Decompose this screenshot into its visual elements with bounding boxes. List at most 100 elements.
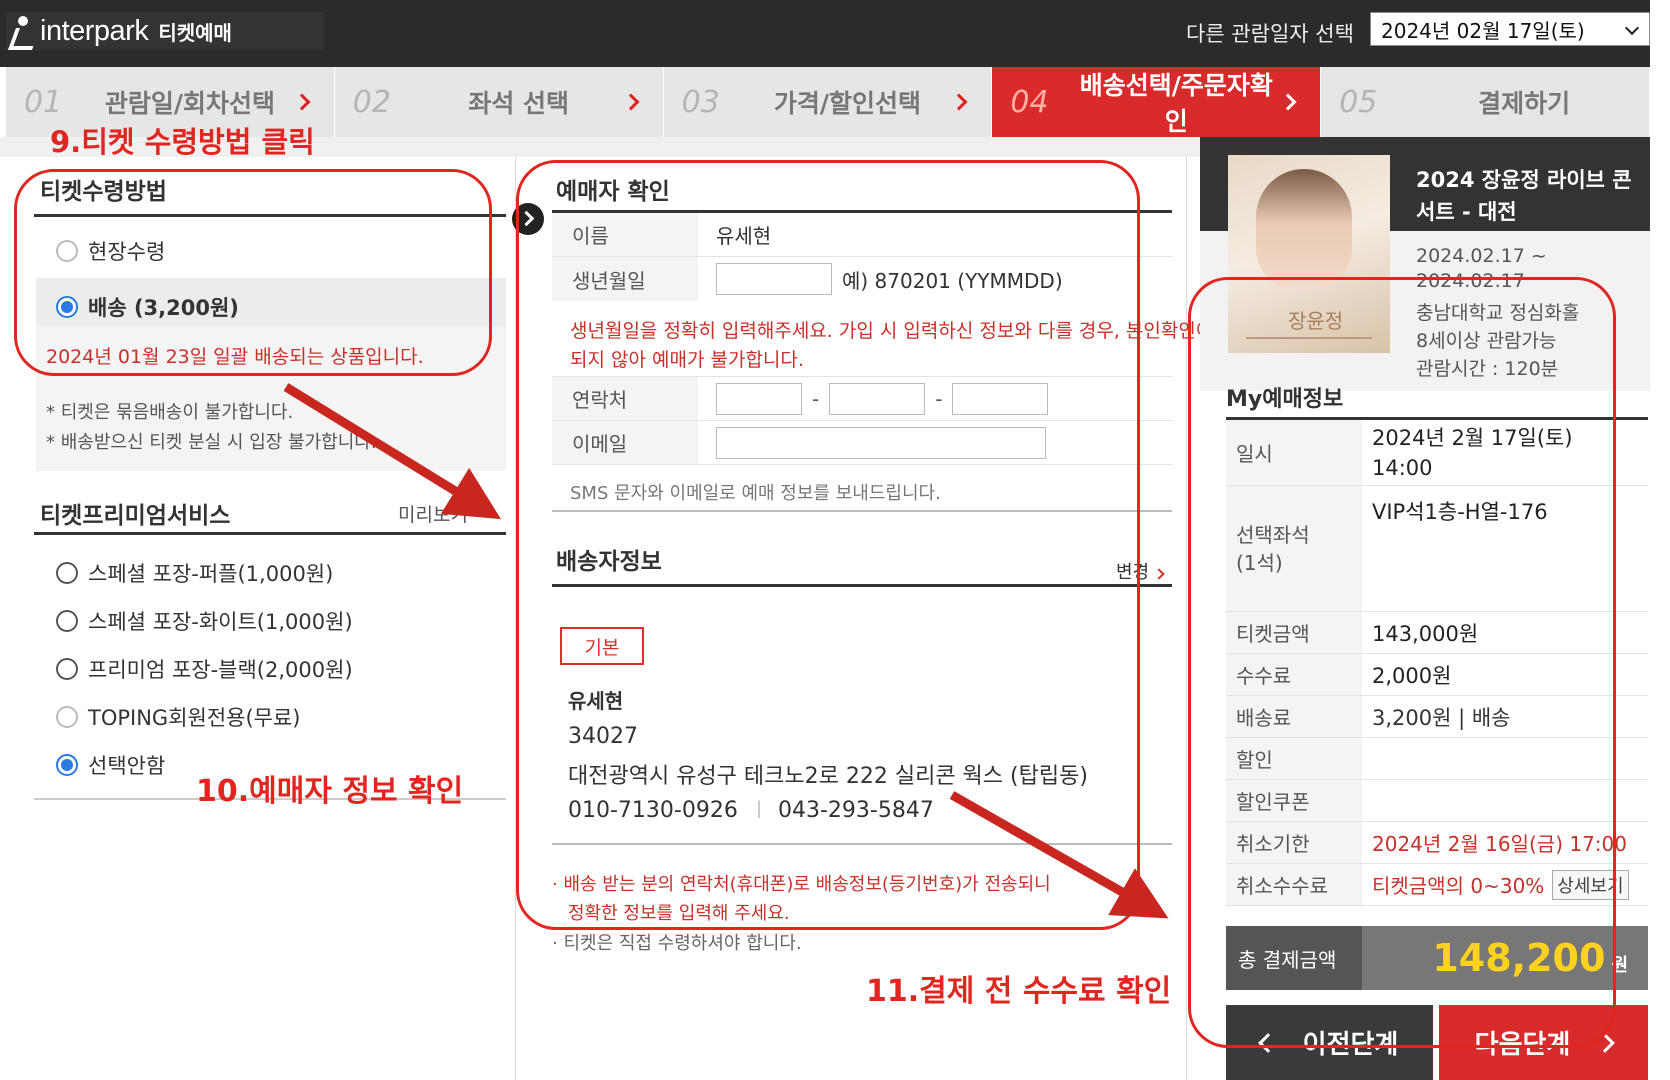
radio-label: 배송 (3,200원): [88, 296, 239, 320]
phone-dash: -: [935, 386, 943, 411]
info-shipping-value: 3,200원 | 배송: [1372, 705, 1511, 730]
radio-icon: [56, 658, 78, 680]
radio-checked-icon: [56, 296, 78, 318]
radio-label: 선택안함: [88, 754, 166, 778]
field-label: 생년월일: [552, 257, 698, 301]
interpark-logo[interactable]: interpark 티켓예매: [6, 12, 324, 50]
phone-input-2[interactable]: [829, 382, 926, 415]
recipient-phone-1: 010-7130-0926: [568, 798, 738, 823]
birthdate-hint: 예) 870201 (YYMMDD): [842, 268, 1063, 293]
shipping-note-2: · 티켓은 직접 수령하셔야 합니다.: [552, 933, 802, 954]
phone-input-1[interactable]: [716, 382, 802, 415]
step-label: 가격/할인선택: [773, 89, 922, 118]
radio-label: 스페셜 포장-화이트(1,000원): [88, 610, 353, 634]
step-number: 02: [352, 84, 391, 120]
radio-none[interactable]: 선택안함: [56, 750, 165, 780]
info-fee-value: 2,000원: [1372, 663, 1452, 688]
next-step-button[interactable]: 다음단계: [1439, 1005, 1648, 1080]
receive-method-title: 티켓수령방법: [40, 179, 167, 205]
section-divider: [552, 510, 1172, 512]
logo-text: interpark: [40, 14, 149, 47]
shipping-note-1: · 배송 받는 분의 연락처(휴대폰)로 배송정보(등기번호)가 전송되니: [552, 874, 1051, 895]
step-number: 03: [681, 84, 720, 120]
radio-icon: [56, 706, 78, 728]
buyer-name-row: 이름 유세현: [552, 213, 1172, 257]
phone-dash: -: [812, 386, 820, 411]
radio-label: 현장수령: [88, 240, 166, 264]
buyer-name-value: 유세현: [716, 224, 772, 248]
section-divider: [552, 584, 1172, 587]
step-5: 05 결제하기: [1321, 67, 1650, 137]
shipping-info-title: 배송자정보: [556, 549, 662, 575]
birthdate-input[interactable]: [716, 263, 832, 295]
buyer-birth-row: 생년월일 예) 870201 (YYMMDD): [552, 257, 1172, 301]
date-select-value: 2024년 02월 17일(토): [1381, 18, 1585, 43]
prev-step-label: 이전단계: [1302, 1030, 1399, 1060]
radio-toping[interactable]: TOPING회원전용(무료): [56, 702, 301, 732]
total-payment-row: 총 결제금액 148,200 원: [1226, 926, 1648, 990]
info-row-cancel-deadline: 취소기한 2024년 2월 16일(금) 17:00: [1226, 822, 1648, 864]
poster-line: [1246, 337, 1372, 339]
step-label: 관람일/회차선택: [104, 89, 275, 118]
recipient-phone-2: 043-293-5847: [778, 798, 934, 823]
info-row-date: 일시 2024년 2월 17일(토) 14:00: [1226, 420, 1648, 486]
info-row-shipping: 배송료 3,200원 | 배송: [1226, 696, 1648, 738]
premium-service-title: 티켓프리미엄서비스: [40, 503, 231, 529]
change-shipping-link[interactable]: 변경: [1116, 558, 1165, 584]
chevron-right-icon: [622, 93, 640, 111]
total-label: 총 결제금액: [1226, 926, 1362, 990]
interpark-logo-icon: [10, 14, 36, 48]
field-label: 이름: [552, 213, 698, 256]
radio-purple-wrap[interactable]: 스페셜 포장-퍼플(1,000원): [56, 558, 333, 588]
recipient-name: 유세현: [568, 689, 624, 713]
change-label: 변경: [1116, 562, 1150, 583]
logo-sub: 티켓예매: [158, 20, 232, 45]
radio-delivery[interactable]: 배송 (3,200원): [56, 292, 239, 322]
info-time-value: 14:00: [1372, 455, 1433, 480]
next-step-label: 다음단계: [1474, 1030, 1571, 1060]
concert-poster-image: 장윤정: [1228, 155, 1390, 353]
recipient-zip: 34027: [568, 724, 638, 749]
info-label: 할인: [1226, 738, 1362, 779]
prev-step-button[interactable]: 이전단계: [1226, 1005, 1433, 1080]
chevron-right-icon: [293, 93, 311, 111]
radio-icon: [56, 562, 78, 584]
email-input[interactable]: [716, 426, 1046, 459]
radio-white-wrap[interactable]: 스페셜 포장-화이트(1,000원): [56, 606, 353, 636]
radio-black-wrap[interactable]: 프리미엄 포장-블랙(2,000원): [56, 654, 353, 684]
info-label: 수수료: [1226, 654, 1362, 695]
info-label: 배송료: [1226, 696, 1362, 737]
info-cancel-fee-value: 티켓금액의 0~30%: [1372, 874, 1545, 898]
sms-note: SMS 문자와 이메일로 예매 정보를 보내드립니다.: [570, 483, 941, 504]
step-2: 02 좌석 선택: [335, 67, 664, 137]
date-select[interactable]: 2024년 02월 17일(토): [1370, 12, 1650, 46]
phone-input-3[interactable]: [952, 382, 1049, 415]
product-title: 2024 장윤정 라이브 콘서트 - 대전: [1416, 168, 1632, 224]
info-row-seat: 선택좌석 (1석) VIP석1층-H열-176: [1226, 486, 1648, 612]
product-age: 8세이상 관람가능: [1416, 330, 1557, 352]
chevron-right-icon: [1279, 93, 1297, 111]
info-row-fee: 수수료 2,000원: [1226, 654, 1648, 696]
lost-ticket-note: * 배송받으신 티켓 분실 시 입장 불가합니다.: [46, 432, 377, 453]
badge-label: 기본: [584, 636, 620, 659]
info-row-discount: 할인: [1226, 738, 1648, 780]
info-label: 취소수수료: [1226, 864, 1362, 905]
panel-toggle-button[interactable]: [512, 203, 544, 235]
top-bar: interpark 티켓예매 다른 관람일자 선택 2024년 02월 17일(…: [0, 0, 1650, 67]
preview-link[interactable]: 미리보기: [398, 500, 468, 527]
step-4: 04 배송선택/주문자확인: [992, 67, 1322, 137]
step-number: 01: [24, 84, 63, 120]
chevron-right-icon: [1153, 568, 1165, 580]
info-price-value: 143,000원: [1372, 621, 1479, 646]
annotation-step-10: 10.예매자 정보 확인: [196, 774, 464, 809]
info-label: 티켓금액: [1226, 612, 1362, 653]
cancel-fee-detail-button[interactable]: 상세보기: [1552, 869, 1629, 900]
info-label: 취소기한: [1226, 822, 1362, 863]
radio-onsite-pickup[interactable]: 현장수령: [56, 236, 165, 266]
product-dates-2: 2024.02.17: [1416, 270, 1525, 292]
step-number: 04: [1010, 84, 1049, 120]
product-dates-1: 2024.02.17 ~: [1416, 245, 1547, 267]
chevron-right-icon: [1595, 1032, 1616, 1053]
field-label: 연락처: [552, 377, 698, 420]
section-divider: [552, 843, 1172, 845]
